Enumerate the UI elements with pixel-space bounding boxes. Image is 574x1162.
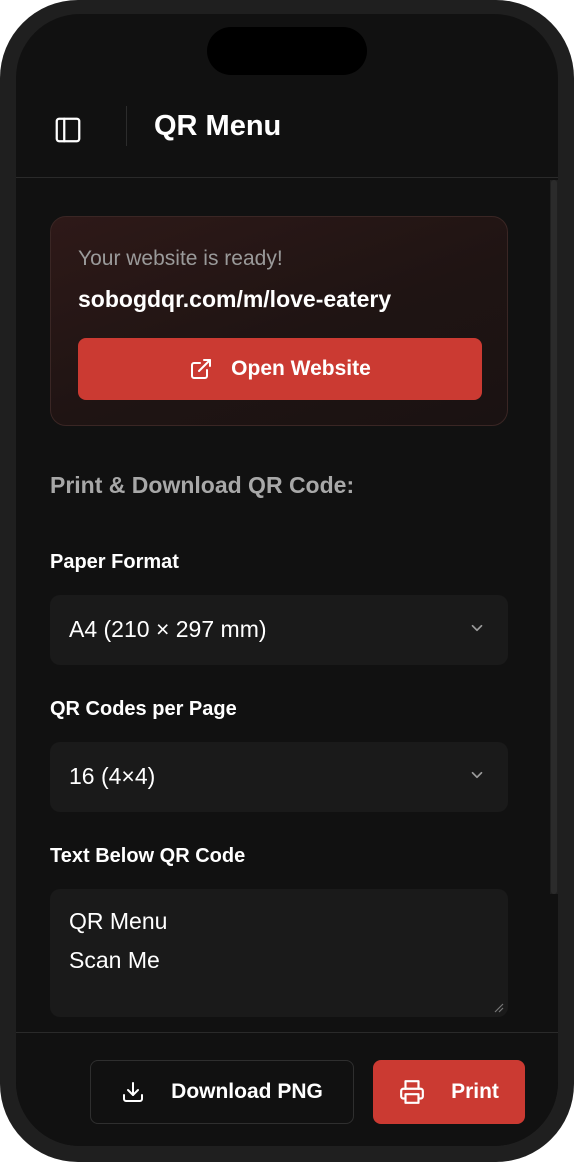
paper-format-label: Paper Format bbox=[50, 551, 179, 573]
scrollbar-thumb[interactable] bbox=[551, 180, 557, 894]
phone-frame: QR Menu Your website is ready! sobogdqr.… bbox=[0, 0, 574, 1162]
qr-per-page-label: QR Codes per Page bbox=[50, 698, 237, 720]
paper-format-value: A4 (210 × 297 mm) bbox=[69, 616, 267, 642]
open-website-button[interactable]: Open Website bbox=[78, 338, 482, 400]
external-link-icon bbox=[191, 359, 212, 379]
download-png-button[interactable]: Download PNG bbox=[90, 1060, 354, 1124]
chevron-down-icon bbox=[471, 771, 483, 779]
download-png-label: Download PNG bbox=[171, 1080, 323, 1103]
printer-icon bbox=[400, 1080, 424, 1104]
qr-per-page-value: 16 (4×4) bbox=[69, 763, 156, 789]
resize-handle-icon[interactable] bbox=[492, 1001, 504, 1013]
paper-format-select[interactable]: A4 (210 × 297 mm) bbox=[50, 595, 508, 665]
sidebar-toggle-icon bbox=[55, 117, 81, 143]
open-website-label: Open Website bbox=[231, 357, 371, 380]
textarea-line-2: Scan Me bbox=[69, 947, 160, 973]
website-ready-card: Your website is ready! sobogdqr.com/m/lo… bbox=[50, 216, 508, 426]
website-ready-label: Your website is ready! bbox=[78, 247, 283, 270]
action-footer: Download PNG Print bbox=[16, 1032, 558, 1146]
sidebar-toggle-button[interactable] bbox=[50, 112, 86, 148]
print-button[interactable]: Print bbox=[373, 1060, 525, 1124]
scrollbar[interactable] bbox=[550, 180, 558, 894]
app-header: QR Menu bbox=[16, 94, 558, 178]
text-below-textarea[interactable]: QR Menu Scan Me bbox=[50, 889, 508, 1017]
chevron-down-icon bbox=[471, 624, 483, 632]
print-label: Print bbox=[451, 1080, 499, 1103]
text-below-label: Text Below QR Code bbox=[50, 845, 246, 867]
page-title: QR Menu bbox=[154, 110, 282, 142]
textarea-line-1: QR Menu bbox=[69, 908, 168, 934]
camera-notch bbox=[207, 27, 367, 75]
qr-per-page-select[interactable]: 16 (4×4) bbox=[50, 742, 508, 812]
print-section-title: Print & Download QR Code: bbox=[50, 472, 355, 498]
header-divider bbox=[126, 106, 127, 146]
website-url: sobogdqr.com/m/love-eatery bbox=[78, 286, 392, 312]
app-screen: QR Menu Your website is ready! sobogdqr.… bbox=[16, 14, 558, 1146]
download-icon bbox=[123, 1082, 144, 1102]
